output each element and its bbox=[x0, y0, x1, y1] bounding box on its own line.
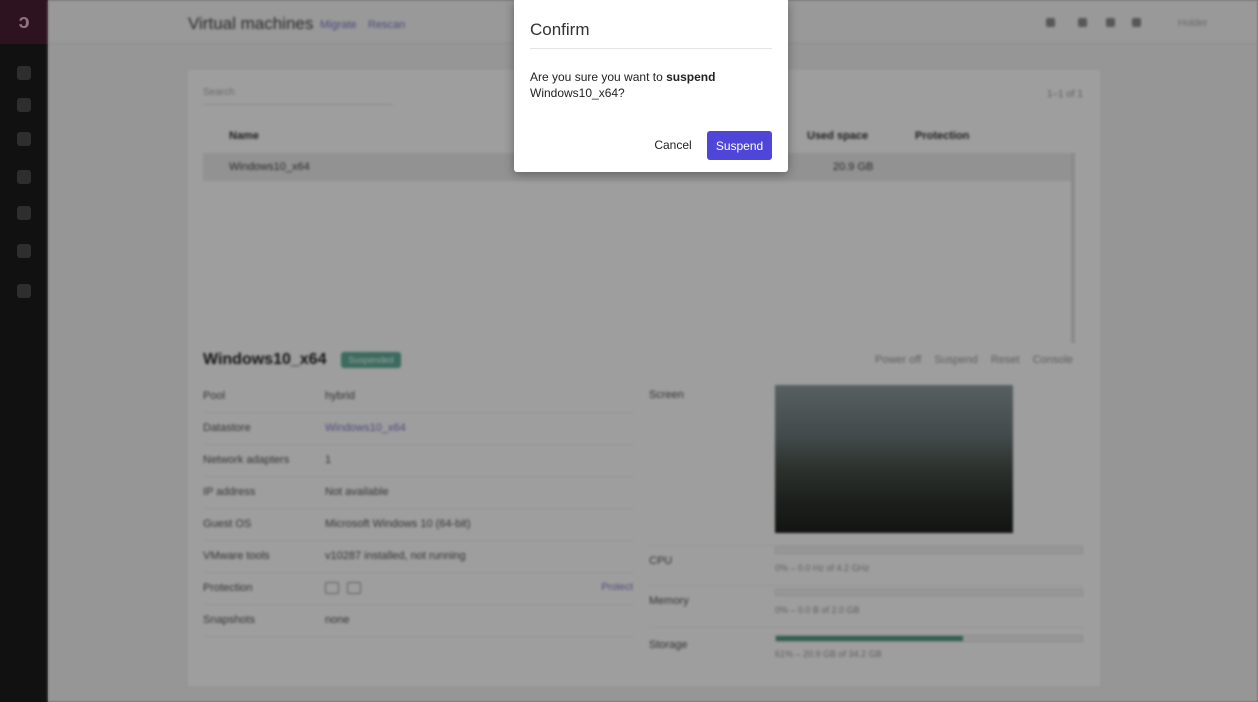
cancel-button[interactable]: Cancel bbox=[644, 131, 702, 159]
confirm-dialog: Confirm Are you sure you want to suspend… bbox=[514, 0, 788, 172]
message-prefix: Are you sure you want to bbox=[530, 70, 667, 84]
message-action: suspend bbox=[666, 70, 716, 84]
dialog-title: Confirm bbox=[530, 20, 590, 39]
dialog-divider bbox=[530, 48, 772, 49]
message-target: Windows10_x64? bbox=[530, 86, 625, 100]
suspend-button[interactable]: Suspend bbox=[707, 131, 772, 160]
dialog-message: Are you sure you want to suspend Windows1… bbox=[530, 69, 774, 101]
